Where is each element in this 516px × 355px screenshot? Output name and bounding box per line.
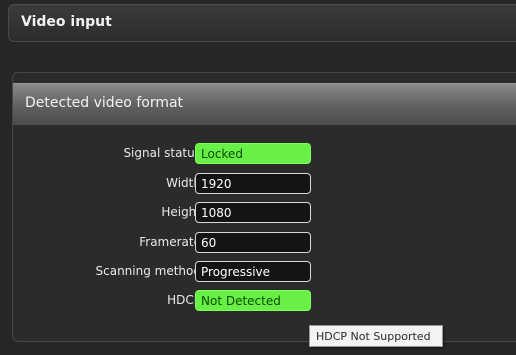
row-width: Width 1920 xyxy=(13,173,516,195)
row-height: Height 1080 xyxy=(13,202,516,224)
hdcp-tooltip: HDCP Not Supported xyxy=(309,325,443,347)
section-title: Detected video format xyxy=(25,95,184,111)
hdcp-value[interactable]: Not Detected xyxy=(195,290,311,311)
width-value: 1920 xyxy=(195,173,311,194)
row-hdcp: HDCP Not Detected xyxy=(13,290,516,312)
detected-video-format-section: Detected video format Signal status Lock… xyxy=(12,72,516,342)
framerate-label: Framerate xyxy=(139,235,201,249)
row-signal-status: Signal status Locked xyxy=(13,143,516,165)
video-input-panel: Video input xyxy=(8,4,516,42)
scanning-method-value: Progressive xyxy=(195,261,311,282)
signal-status-value: Locked xyxy=(195,143,311,164)
section-header: Detected video format xyxy=(13,83,516,125)
row-scanning-method: Scanning method Progressive xyxy=(13,261,516,283)
signal-status-label: Signal status xyxy=(123,146,201,160)
height-value: 1080 xyxy=(195,202,311,223)
framerate-value: 60 xyxy=(195,232,311,253)
panel-title: Video input xyxy=(21,14,112,30)
row-framerate: Framerate 60 xyxy=(13,232,516,254)
scanning-method-label: Scanning method xyxy=(95,264,202,278)
